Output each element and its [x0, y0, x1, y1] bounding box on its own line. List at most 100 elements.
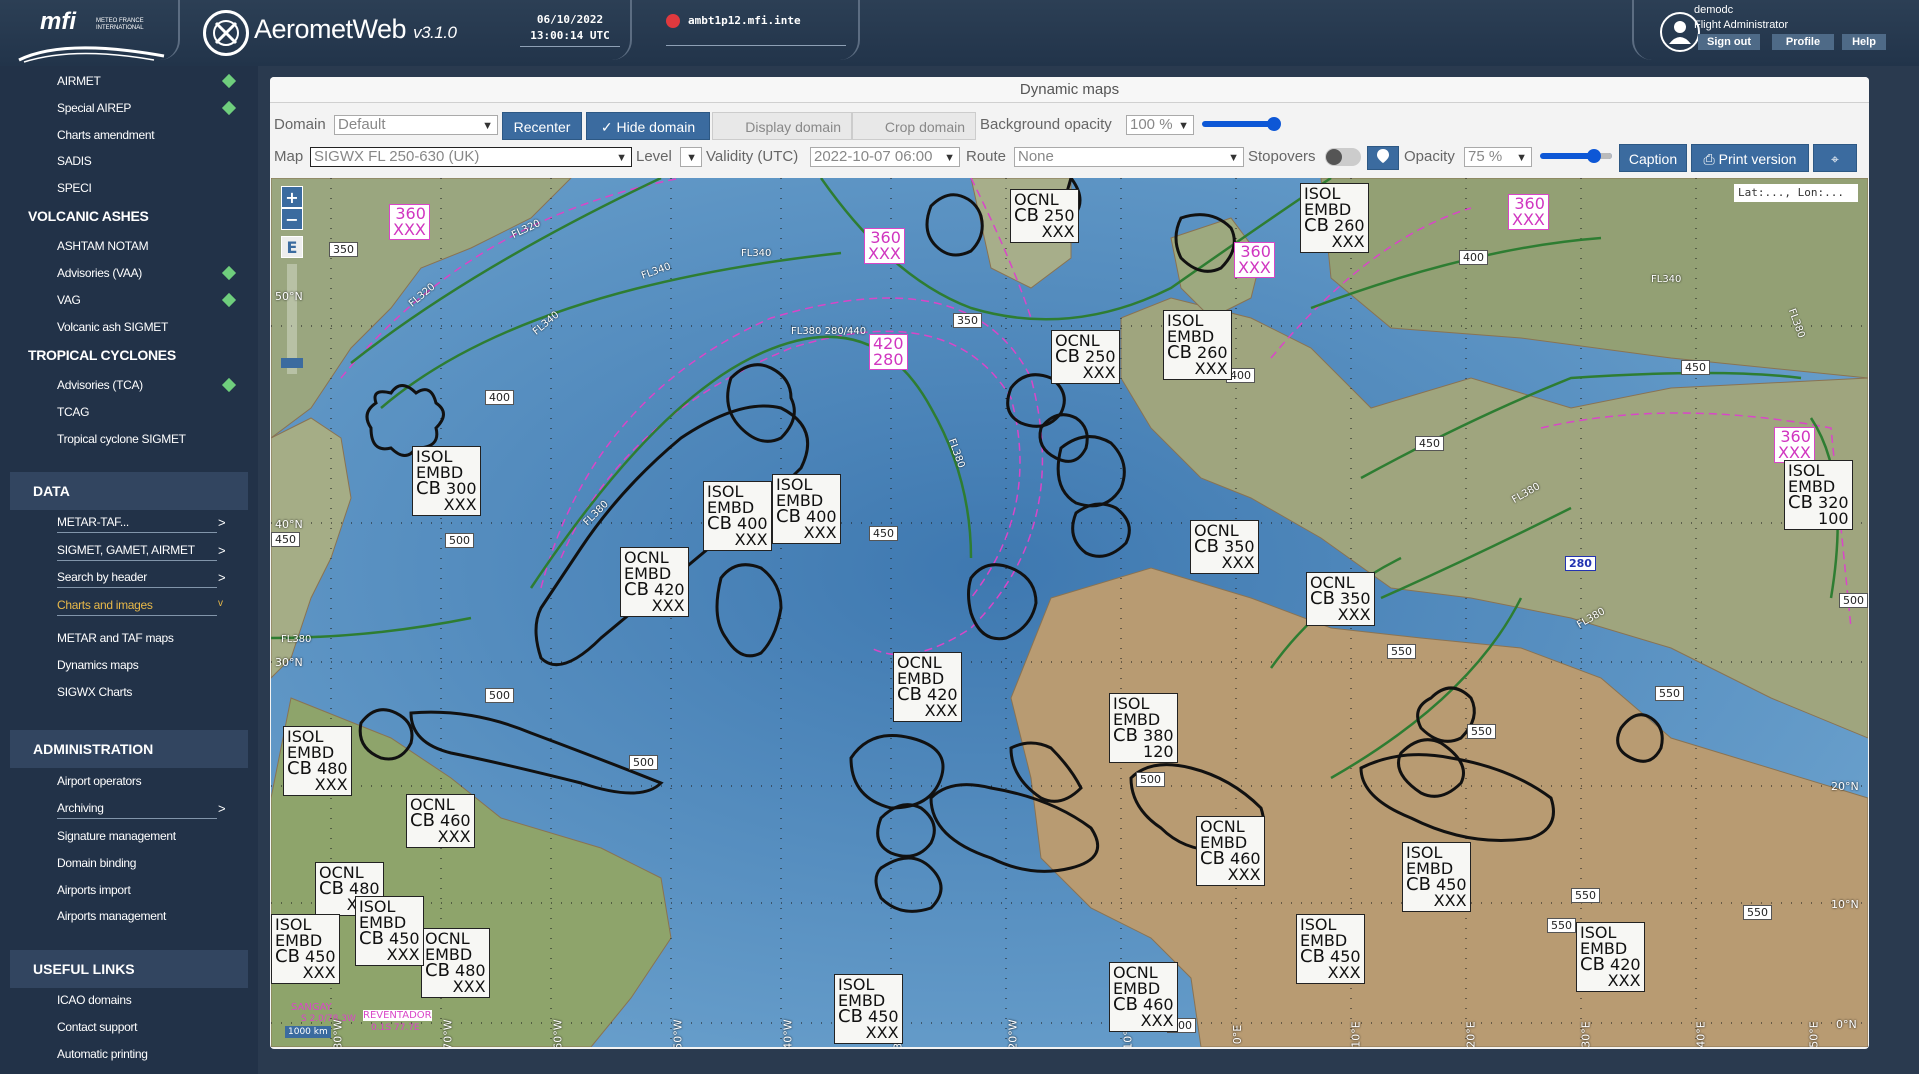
cb-info-box[interactable]: OCNL CB 460 XXX: [406, 794, 475, 848]
sidebar-item-contact-support[interactable]: Contact support: [57, 1020, 138, 1034]
tropopause-height: 350: [953, 313, 982, 328]
sidebar-item-signature-management[interactable]: Signature management: [57, 829, 176, 843]
sidebar-item-automatic-printing[interactable]: Automatic printing: [57, 1047, 148, 1061]
slider-handle[interactable]: [1267, 117, 1281, 131]
slider-handle[interactable]: [1587, 149, 1601, 163]
sidebar-item-vaa[interactable]: Advisories (VAA): [57, 266, 142, 280]
sidebar-item-airports-management[interactable]: Airports management: [57, 909, 166, 923]
opacity-slider[interactable]: [1540, 149, 1612, 163]
stopovers-marker-button[interactable]: [1367, 146, 1399, 170]
sidebar-item-metar-taf-maps[interactable]: METAR and TAF maps: [57, 631, 174, 645]
section-useful-links[interactable]: USEFUL LINKS: [10, 950, 248, 988]
print-version-button[interactable]: ⎙ Print version: [1691, 144, 1809, 172]
cb-info-box[interactable]: ISOL EMBD CB 320 100: [1784, 460, 1853, 530]
validity-select[interactable]: 2022-10-07 06:00 ▼: [810, 147, 960, 167]
map-canvas[interactable]: [271, 178, 1868, 1047]
cb-info-box[interactable]: OCNL EMBD CB 460 XXX: [1109, 962, 1178, 1032]
domain-select[interactable]: Default ▼: [334, 115, 498, 135]
zoom-slider[interactable]: [281, 264, 303, 374]
opacity-select[interactable]: 75 % ▼: [1464, 147, 1532, 167]
sidebar-item-ashtam-notam[interactable]: ASHTAM NOTAM: [57, 239, 149, 253]
caption-button[interactable]: Caption: [1619, 144, 1687, 172]
sidebar-item-charts-images[interactable]: Charts and images: [57, 598, 153, 612]
sidebar-item-tca[interactable]: Advisories (TCA): [57, 378, 143, 392]
cb-info-box[interactable]: ISOL EMBD CB 260 XXX: [1163, 310, 1232, 380]
sidebar-item-airmet[interactable]: AIRMET: [57, 74, 101, 88]
cb-info-box[interactable]: OCNL CB 350 XXX: [1190, 520, 1259, 574]
level-select[interactable]: ▼: [680, 147, 702, 167]
map-select[interactable]: SIGWX FL 250-630 (UK) ▼: [310, 147, 632, 167]
sidebar-item-tc-sigmet[interactable]: Tropical cyclone SIGMET: [57, 432, 186, 446]
edit-button[interactable]: E: [281, 236, 303, 258]
cb-info-box[interactable]: ISOL EMBD CB 450 XXX: [834, 974, 903, 1044]
lon-label: 50°E: [1807, 1021, 1821, 1047]
cb-info-box[interactable]: ISOL EMBD CB 450 XXX: [355, 896, 424, 966]
route-select[interactable]: None ▼: [1014, 147, 1244, 167]
tropopause-height: 550: [1547, 918, 1576, 933]
section-administration[interactable]: ADMINISTRATION: [10, 730, 248, 768]
cb-info-box[interactable]: OCNL EMBD CB 460 XXX: [1196, 816, 1265, 886]
zoom-slider-handle[interactable]: [281, 358, 303, 368]
tropopause-height: 400: [485, 390, 514, 405]
sidebar-item-speci[interactable]: SPECI: [57, 181, 92, 195]
cb-info-box[interactable]: ISOL EMBD CB 260 XXX: [1300, 183, 1369, 253]
cb-info-box[interactable]: ISOL EMBD CB 480 XXX: [283, 726, 352, 796]
cb-info-box[interactable]: ISOL EMBD CB 400 XXX: [772, 474, 841, 544]
sidebar-item-sadis[interactable]: SADIS: [57, 154, 92, 168]
bg-opacity-label: Background opacity: [980, 116, 1112, 133]
sidebar-item-icao-domains[interactable]: ICAO domains: [57, 993, 132, 1007]
sidebar-item-metar-taf[interactable]: METAR-TAF...: [57, 515, 129, 529]
cb-info-box[interactable]: ISOL EMBD CB 420 XXX: [1576, 922, 1645, 992]
sidebar-item-vag[interactable]: VAG: [57, 293, 81, 307]
new-badge-icon: [221, 292, 237, 308]
bg-opacity-select[interactable]: 100 % ▼: [1126, 115, 1194, 135]
sidebar-item-sigwx-charts[interactable]: SIGWX Charts: [57, 685, 132, 699]
display-domain-button[interactable]: Display domain: [712, 112, 852, 140]
sidebar-item-archiving[interactable]: Archiving: [57, 801, 104, 815]
cb-info-box[interactable]: ISOL EMBD CB 300 XXX: [412, 446, 481, 516]
sidebar-item-airports-import[interactable]: Airports import: [57, 883, 131, 897]
sidebar-item-volcanic-sigmet[interactable]: Volcanic ash SIGMET: [57, 320, 168, 334]
cb-info-box[interactable]: ISOL EMBD CB 450 XXX: [1402, 842, 1471, 912]
cb-info-box[interactable]: OCNL EMBD CB 420 XXX: [893, 652, 962, 722]
cb-info-box[interactable]: OCNL CB 350 XXX: [1306, 572, 1375, 626]
cb-info-box[interactable]: ISOL EMBD CB 400 XXX: [703, 481, 772, 551]
cb-info-box[interactable]: OCNL CB 250 XXX: [1051, 330, 1120, 384]
zoom-in-button[interactable]: +: [281, 186, 303, 208]
turbulence-box[interactable]: 360 XXX: [1774, 427, 1815, 463]
locate-button[interactable]: ⌖: [1813, 144, 1857, 172]
sidebar-item-search-by-header[interactable]: Search by header: [57, 570, 147, 584]
stopovers-toggle[interactable]: [1325, 148, 1361, 166]
recenter-button[interactable]: Recenter: [502, 112, 582, 140]
turbulence-box[interactable]: 360 XXX: [1234, 242, 1275, 278]
turbulence-box[interactable]: 420 280: [869, 334, 908, 370]
sigwx-map[interactable]: + − E Lat:..., Lon:... 1000 km SANGAY S …: [271, 178, 1868, 1047]
sidebar-item-tcag[interactable]: TCAG: [57, 405, 89, 419]
section-tropical-cyclones: TROPICAL CYCLONES: [28, 347, 176, 363]
cb-info-box[interactable]: OCNL EMBD CB 480 XXX: [421, 928, 490, 998]
cb-info-box[interactable]: ISOL EMBD CB 380 120: [1109, 693, 1178, 763]
cb-info-box[interactable]: OCNL CB 250 XXX: [1010, 189, 1079, 243]
chevron-right-icon: >: [218, 570, 226, 585]
zoom-out-button[interactable]: −: [281, 208, 303, 230]
crop-domain-button[interactable]: Crop domain: [852, 112, 976, 140]
hide-domain-button[interactable]: ✓ Hide domain: [586, 112, 710, 140]
turbulence-box[interactable]: 360 XXX: [864, 228, 905, 264]
sidebar-item-airport-operators[interactable]: Airport operators: [57, 774, 142, 788]
turbulence-box[interactable]: 360 XXX: [389, 204, 430, 240]
sidebar-item-dynamic-maps[interactable]: Dynamics maps: [57, 658, 139, 672]
cb-info-box[interactable]: ISOL EMBD CB 450 XXX: [1296, 914, 1365, 984]
sidebar-item-sigmet-gamet-airmet[interactable]: SIGMET, GAMET, AIRMET: [57, 543, 195, 557]
turbulence-box[interactable]: 360 XXX: [1508, 194, 1549, 230]
profile-button[interactable]: Profile: [1772, 34, 1834, 50]
sidebar-item-special-airep[interactable]: Special AIREP: [57, 101, 131, 115]
server-status: ambt1p12.mfi.inte: [666, 12, 846, 46]
section-data[interactable]: DATA: [10, 472, 248, 510]
sidebar-item-charts-amendment[interactable]: Charts amendment: [57, 128, 155, 142]
help-button[interactable]: Help: [1842, 34, 1886, 50]
cb-info-box[interactable]: OCNL EMBD CB 420 XXX: [620, 547, 689, 617]
cb-info-box[interactable]: ISOL EMBD CB 450 XXX: [271, 914, 340, 984]
sidebar-item-domain-binding[interactable]: Domain binding: [57, 856, 136, 870]
bg-opacity-slider[interactable]: [1202, 117, 1281, 131]
sign-out-button[interactable]: Sign out: [1698, 34, 1760, 50]
